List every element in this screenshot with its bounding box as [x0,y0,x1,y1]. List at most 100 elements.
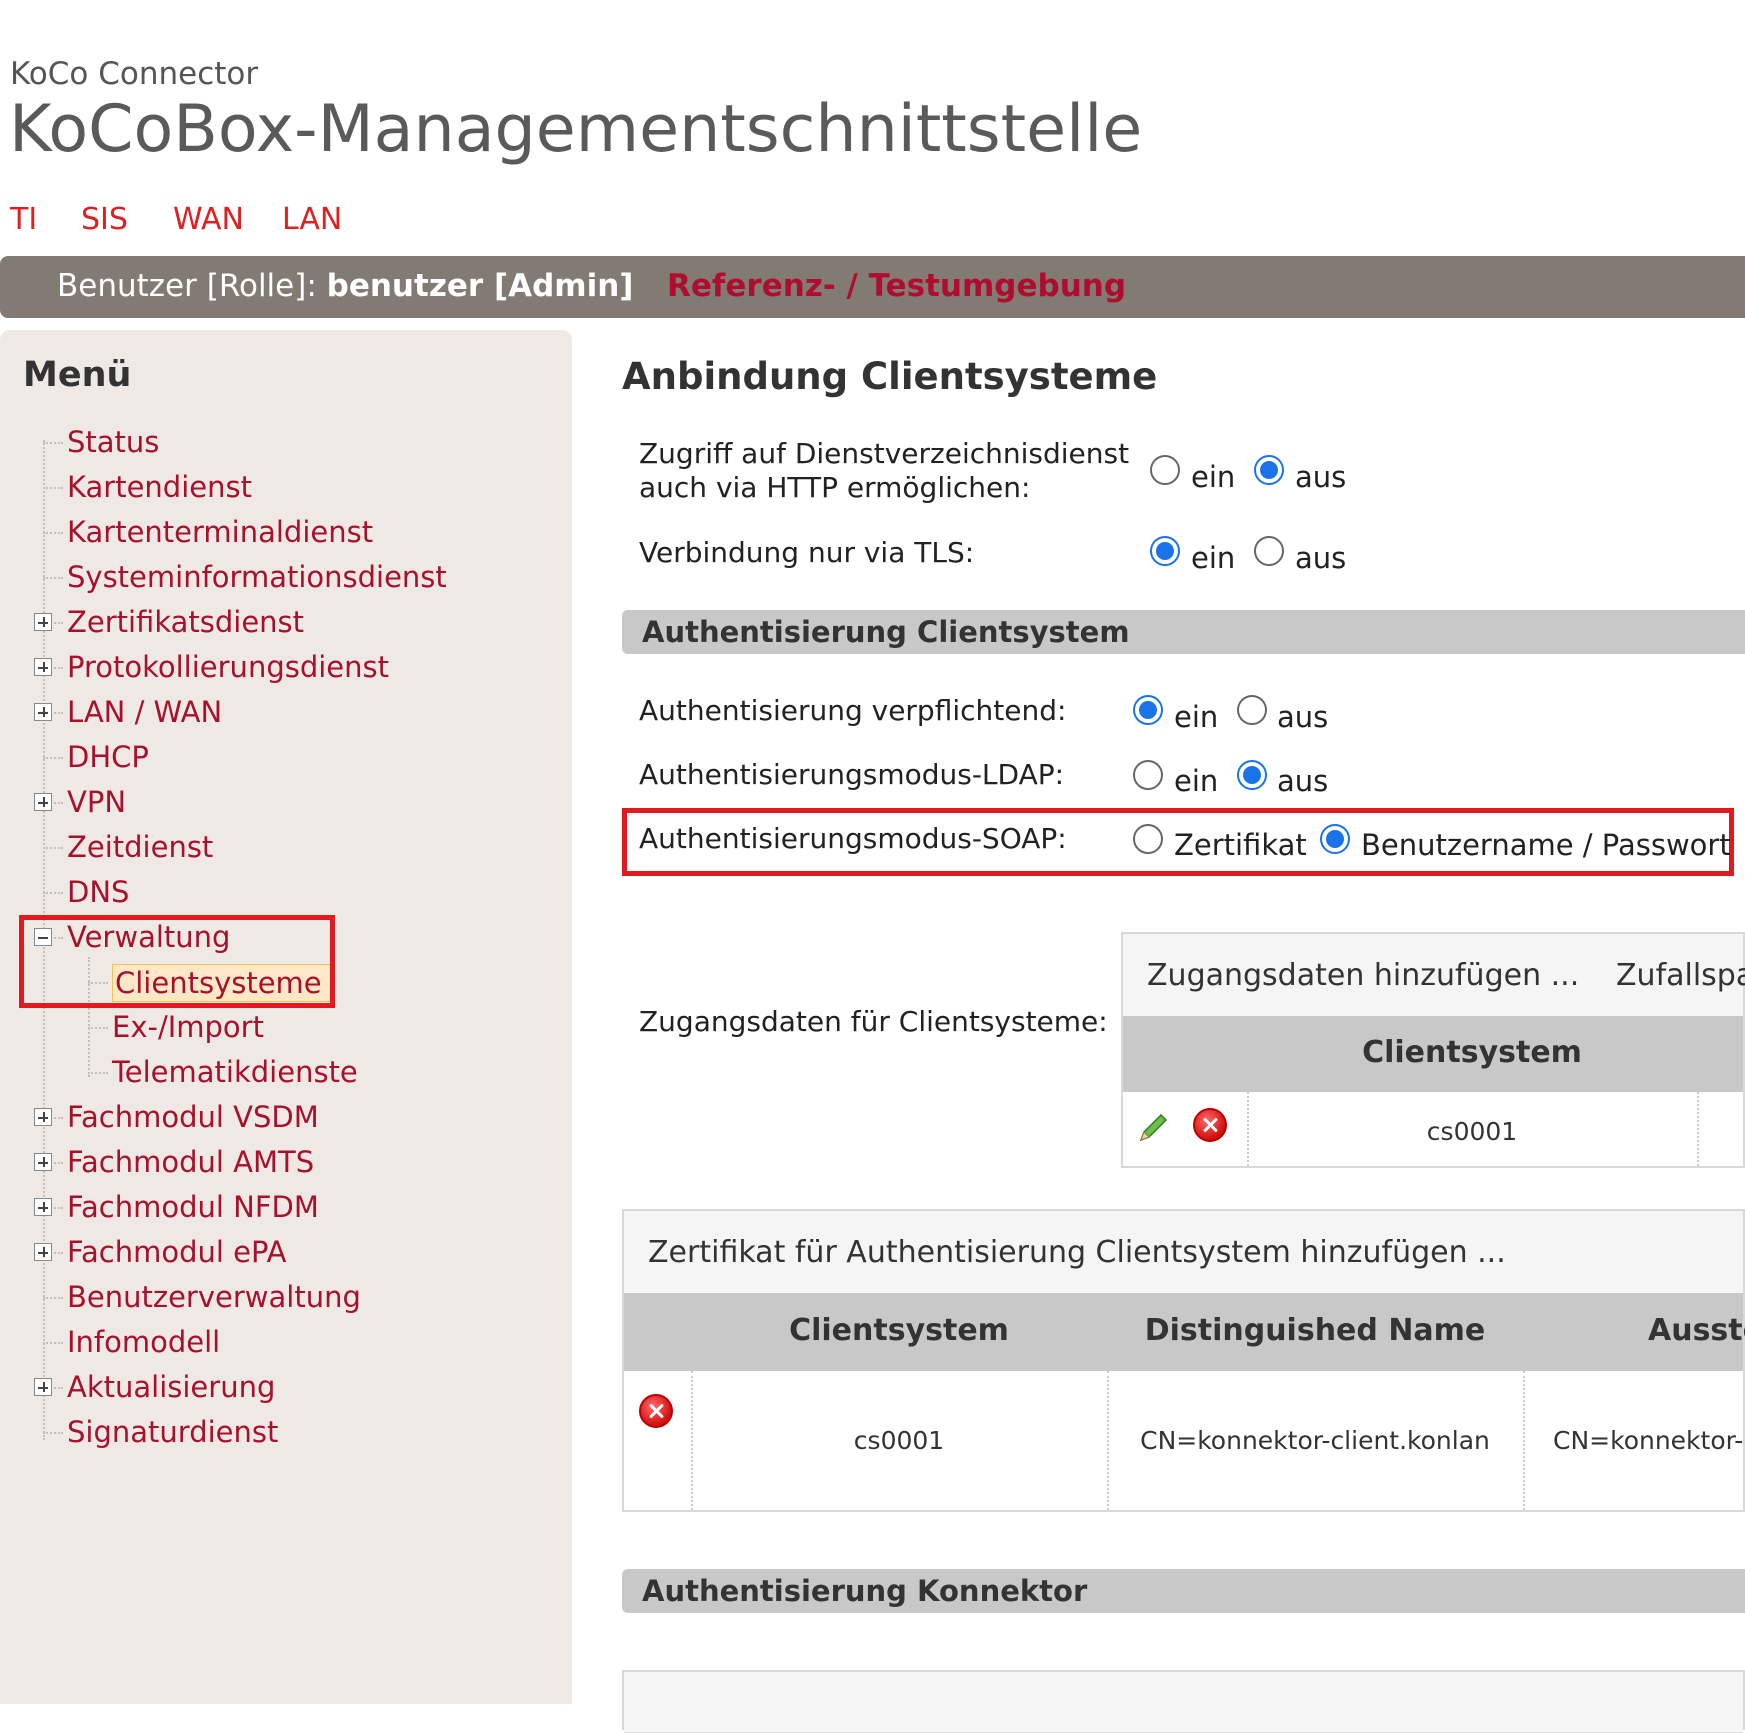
auth-mandatory-label: Authentisierung verpflichtend: [639,694,1067,727]
menu-item-kartendienst[interactable]: Kartendienst [67,469,252,505]
expand-plus-icon[interactable] [34,1108,52,1126]
auth-mandatory-radio-on[interactable] [1133,695,1163,725]
credentials-toolbar: Zugangsdaten hinzufügen ... Zufallspa [1123,934,1745,1017]
ldap-mode-radio-on[interactable] [1133,760,1163,790]
top-nav-wan[interactable]: WAN [173,202,244,237]
soap-mode-label: Authentisierungsmodus-SOAP: [639,822,1067,855]
credentials-cell-clientsystem: cs0001 [1426,1117,1518,1146]
tls-only-radio-off[interactable] [1254,536,1284,566]
tree-connector [88,1027,108,1029]
tree-connector [43,1297,63,1299]
menu-item-benutzerverwaltung[interactable]: Benutzerverwaltung [67,1279,361,1315]
credentials-label: Zugangsdaten für Clientsysteme: [639,1005,1108,1038]
tree-connector [43,442,63,444]
auth-mandatory-off-label: aus [1277,700,1329,734]
delete-icon[interactable] [1193,1108,1227,1142]
tree-connector [43,577,63,579]
edit-icon[interactable] [1135,1110,1171,1146]
cert-col-clientsystem: Clientsystem [789,1313,1009,1348]
connector-certificate-panel [622,1670,1745,1733]
http-access-label: Zugriff auf Dienstverzeichnisdienst auch… [639,437,1129,505]
tree-connector [43,532,63,534]
certificate-panel: Zertifikat für Authentisierung Clientsys… [622,1209,1745,1512]
expand-plus-icon[interactable] [34,658,52,676]
expand-plus-icon[interactable] [34,703,52,721]
app-subtitle: KoCo Connector [10,56,259,92]
cert-col-issuer: Ausste [1648,1313,1745,1348]
page-heading: Anbindung Clientsysteme [622,355,1158,398]
tree-connector [88,1072,108,1074]
tls-only-label: Verbindung nur via TLS: [639,536,975,569]
tree-connector [43,892,63,894]
http-access-off-label: aus [1295,460,1347,494]
http-access-radio-off[interactable] [1254,455,1284,485]
add-credentials-button[interactable]: Zugangsdaten hinzufügen ... [1147,958,1579,993]
highlight-box-menu [19,915,335,1008]
menu-item-infomodell[interactable]: Infomodell [67,1324,220,1360]
user-role-text: Benutzer [Rolle]: benutzer [Admin] [57,268,633,304]
http-access-radio-on[interactable] [1150,455,1180,485]
add-certificate-button[interactable]: Zertifikat für Authentisierung Clientsys… [648,1235,1506,1270]
credentials-col-clientsystem: Clientsystem [1362,1035,1582,1070]
auth-mandatory-radio-off[interactable] [1237,695,1267,725]
menu-item-protokollierungsdienst[interactable]: Protokollierungsdienst [67,649,389,685]
credentials-panel: Zugangsdaten hinzufügen ... Zufallspa Cl… [1121,932,1745,1168]
cert-cell-dn: CN=konnektor-client.konlan [1140,1426,1490,1455]
menu-item-aktualisierung[interactable]: Aktualisierung [67,1369,275,1405]
section-auth-connector: Authentisierung Konnektor [622,1569,1745,1613]
expand-plus-icon[interactable] [34,1378,52,1396]
top-nav: TI SIS WAN LAN [10,202,410,242]
cert-cell-issuer: CN=konnektor- [1553,1426,1744,1455]
user-bar: Benutzer [Rolle]: benutzer [Admin] Refer… [0,256,1745,318]
menu-item-fachmodul-vsdm[interactable]: Fachmodul VSDM [67,1099,319,1135]
expand-plus-icon[interactable] [34,1153,52,1171]
menu-item-zertifikatsdienst[interactable]: Zertifikatsdienst [67,604,304,640]
connector-certificate-toolbar [624,1672,1743,1733]
menu-title: Menü [23,355,132,395]
section-auth-connector-title: Authentisierung Konnektor [642,1574,1088,1608]
expand-plus-icon[interactable] [34,613,52,631]
menu-item-ex-import[interactable]: Ex-/Import [112,1009,264,1045]
col-separator [1697,1092,1699,1166]
section-auth-client-title: Authentisierung Clientsystem [642,615,1130,649]
menu-item-fachmodul-epa[interactable]: Fachmodul ePA [67,1234,286,1270]
menu-item-kartenterminaldienst[interactable]: Kartenterminaldienst [67,514,373,550]
soap-mode-radio-certificate[interactable] [1133,824,1163,854]
menu-item-dns[interactable]: DNS [67,874,129,910]
expand-plus-icon[interactable] [34,793,52,811]
user-name: benutzer [Admin] [326,268,634,304]
menu-item-telematikdienste[interactable]: Telematikdienste [112,1054,358,1090]
top-nav-lan[interactable]: LAN [282,202,342,237]
random-password-button[interactable]: Zufallspa [1616,958,1745,993]
ldap-mode-label: Authentisierungsmodus-LDAP: [639,758,1065,791]
top-nav-ti[interactable]: TI [10,202,37,237]
tree-connector [43,487,63,489]
menu-item-fachmodul-nfdm[interactable]: Fachmodul NFDM [67,1189,319,1225]
app-title: KoCoBox-Managementschnittstelle [9,92,1143,167]
auth-mandatory-on-label: ein [1174,700,1219,734]
menu-item-status[interactable]: Status [67,424,159,460]
tls-only-radio-on[interactable] [1150,536,1180,566]
delete-icon[interactable] [639,1394,673,1428]
tree-connector [43,847,63,849]
menu-item-systeminformationsdienst[interactable]: Systeminformationsdienst [67,559,447,595]
user-role-label: Benutzer [Rolle]: [57,268,327,304]
menu-item-signaturdienst[interactable]: Signaturdienst [67,1414,278,1450]
ldap-mode-on-label: ein [1174,764,1219,798]
ldap-mode-off-label: aus [1277,764,1329,798]
soap-mode-certificate-label: Zertifikat [1174,828,1307,862]
menu-item-fachmodul-amts[interactable]: Fachmodul AMTS [67,1144,314,1180]
certificate-toolbar: Zertifikat für Authentisierung Clientsys… [624,1211,1743,1294]
http-access-label-line1: Zugriff auf Dienstverzeichnisdienst [639,437,1130,470]
http-access-label-line2: auch via HTTP ermöglichen: [639,471,1031,504]
expand-plus-icon[interactable] [34,1198,52,1216]
menu-item-lan-wan[interactable]: LAN / WAN [67,694,222,730]
ldap-mode-radio-off[interactable] [1237,760,1267,790]
http-access-on-label: ein [1191,460,1236,494]
top-nav-sis[interactable]: SIS [81,202,128,237]
menu-item-dhcp[interactable]: DHCP [67,739,149,775]
menu-item-vpn[interactable]: VPN [67,784,126,820]
expand-plus-icon[interactable] [34,1243,52,1261]
soap-mode-radio-userpass[interactable] [1320,824,1350,854]
menu-item-zeitdienst[interactable]: Zeitdienst [67,829,213,865]
